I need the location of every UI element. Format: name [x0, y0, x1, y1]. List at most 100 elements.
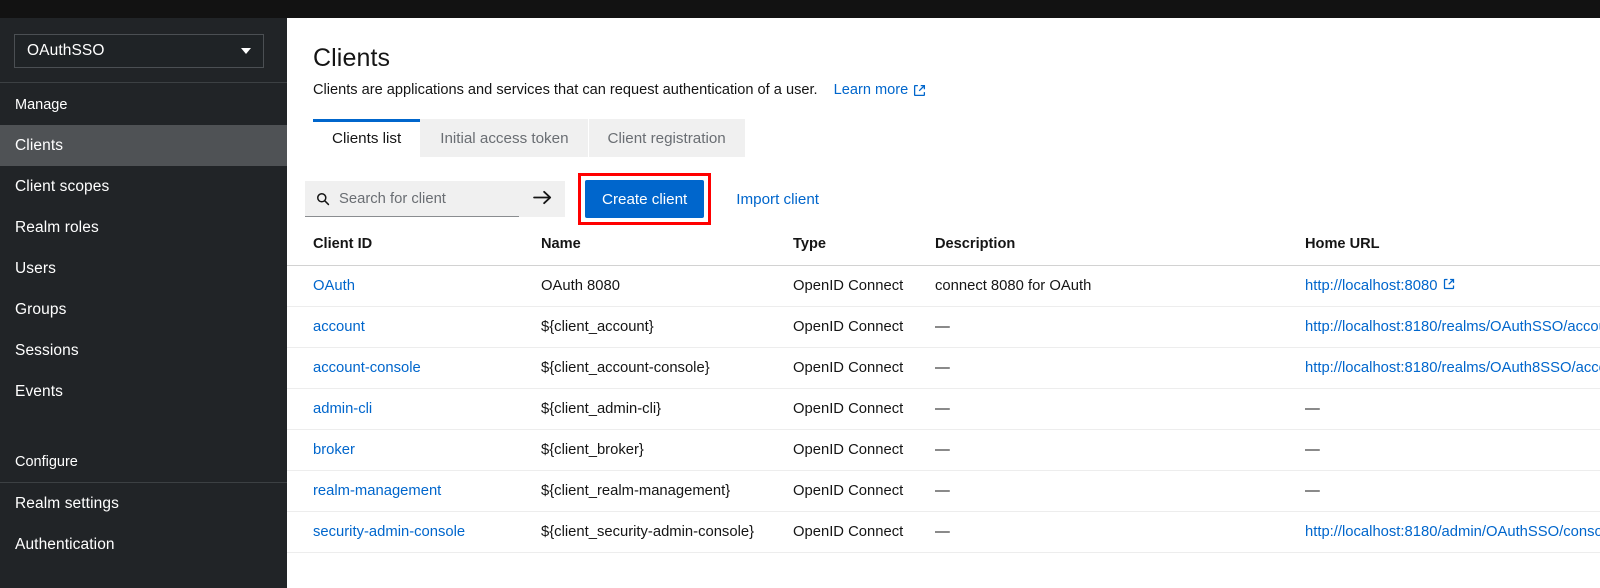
nav-section-manage: Manage Clients Client scopes Realm roles… — [0, 83, 287, 412]
cell-description: — — [935, 388, 1305, 430]
tab-client-registration[interactable]: Client registration — [588, 119, 746, 157]
realm-selector[interactable]: OAuthSSO — [14, 34, 264, 68]
client-id-link[interactable]: broker — [313, 442, 355, 458]
arrow-right-icon — [532, 190, 552, 208]
tab-initial-access-token[interactable]: Initial access token — [421, 119, 589, 157]
cell-client-id: account-console — [287, 347, 541, 389]
home-url-link[interactable]: http://localhost:8080 — [1305, 278, 1437, 294]
cell-description: — — [935, 306, 1305, 348]
external-link-icon — [1443, 278, 1455, 294]
create-client-button[interactable]: Create client — [585, 180, 705, 218]
sidebar-item-label: Events — [15, 382, 63, 400]
home-url-link[interactable]: http://localhost:8180/admin/OAuthSSO/con… — [1305, 524, 1600, 540]
client-id-link[interactable]: admin-cli — [313, 401, 372, 417]
nav-section-label-configure: Configure — [15, 454, 78, 470]
cell-home-url: http://localhost:8080 — [1305, 265, 1600, 307]
table-row: broker ${client_broker} OpenID Connect — — — [287, 429, 1600, 471]
table-row: account ${client_account} OpenID Connect — h… — [287, 306, 1600, 348]
cell-description: — — [935, 470, 1305, 512]
sidebar-item-realm-settings[interactable]: Realm settings — [0, 483, 287, 524]
tab-label: Initial access token — [440, 129, 569, 147]
cell-type: OpenID Connect — [793, 347, 935, 389]
learn-more-link[interactable]: Learn more — [834, 82, 927, 98]
client-id-link[interactable]: realm-management — [313, 483, 441, 499]
cell-client-id: admin-cli — [287, 388, 541, 430]
search-input[interactable] — [339, 190, 511, 207]
table-row: OAuth OAuth 8080 OpenID Connect connect 808… — [287, 265, 1600, 307]
sidebar-item-events[interactable]: Events — [0, 371, 287, 412]
cell-description: — — [935, 429, 1305, 471]
tab-label: Client registration — [607, 129, 726, 147]
clients-table: Client ID Name Type Description Home URL… — [287, 227, 1600, 553]
sidebar-item-sessions[interactable]: Sessions — [0, 330, 287, 371]
sidebar-item-label: Realm settings — [15, 494, 119, 512]
external-link-icon — [913, 84, 926, 97]
sidebar-item-label: Realm roles — [15, 218, 99, 236]
home-url-link[interactable]: http://localhost:8180/realms/OAuthSSO/ac… — [1305, 319, 1600, 335]
client-id-link[interactable]: account-console — [313, 360, 421, 376]
cell-name: OAuth 8080 — [541, 265, 793, 307]
cell-home-url: http://localhost:8180/admin/OAuthSSO/con… — [1305, 511, 1600, 553]
cell-client-id: OAuth — [287, 265, 541, 307]
nav-section-configure: Configure Realm settings Authentication — [0, 440, 287, 565]
toolbar: Create client Import client 1 — [305, 173, 1600, 225]
realm-selector-wrapper: OAuthSSO — [0, 18, 287, 82]
cell-type: OpenID Connect — [793, 388, 935, 430]
column-header-home-url: Home URL — [1305, 227, 1600, 266]
sidebar-item-label: Client scopes — [15, 177, 110, 195]
create-client-highlight: Create client — [578, 173, 712, 225]
cell-name: ${client_security-admin-console} — [541, 511, 793, 553]
search-submit-button[interactable] — [519, 181, 565, 217]
cell-description: connect 8080 for OAuth — [935, 265, 1305, 307]
cell-home-url: — — [1305, 470, 1600, 512]
column-header-description: Description — [935, 227, 1305, 266]
cell-client-id: broker — [287, 429, 541, 471]
cell-type: OpenID Connect — [793, 511, 935, 553]
nav-section-label-manage: Manage — [15, 97, 68, 113]
cell-home-url: — — [1305, 429, 1600, 471]
tab-label: Clients list — [332, 129, 402, 147]
sidebar-item-groups[interactable]: Groups — [0, 289, 287, 330]
sidebar-item-users[interactable]: Users — [0, 248, 287, 289]
column-header-client-id: Client ID — [287, 227, 541, 266]
search-box[interactable] — [305, 181, 519, 217]
sidebar-item-label: Groups — [15, 300, 67, 318]
client-id-link[interactable]: account — [313, 319, 365, 335]
page-description: Clients are applications and services th… — [313, 82, 818, 98]
cell-description: — — [935, 347, 1305, 389]
page-header: Clients Clients are applications and ser… — [287, 18, 1600, 98]
cell-name: ${client_realm-management} — [541, 470, 793, 512]
sidebar-item-authentication[interactable]: Authentication — [0, 524, 287, 565]
client-id-link[interactable]: security-admin-console — [313, 524, 465, 540]
cell-name: ${client_account} — [541, 306, 793, 348]
cell-client-id: realm-management — [287, 470, 541, 512]
search-group — [305, 181, 565, 217]
cell-type: OpenID Connect — [793, 429, 935, 471]
chevron-down-icon — [241, 48, 251, 54]
realm-selector-value: OAuthSSO — [27, 42, 105, 59]
cell-type: OpenID Connect — [793, 265, 935, 307]
sidebar-item-client-scopes[interactable]: Client scopes — [0, 166, 287, 207]
sidebar-item-clients[interactable]: Clients — [0, 125, 287, 166]
table-header-row: Client ID Name Type Description Home URL — [287, 227, 1600, 266]
cell-type: OpenID Connect — [793, 306, 935, 348]
tab-clients-list[interactable]: Clients list — [313, 119, 422, 157]
import-client-link[interactable]: Import client — [736, 191, 819, 208]
masthead-bar — [0, 0, 1600, 18]
search-icon — [316, 192, 330, 206]
sidebar-item-realm-roles[interactable]: Realm roles — [0, 207, 287, 248]
table-row: admin-cli ${client_admin-cli} OpenID Conne… — [287, 388, 1600, 430]
cell-client-id: account — [287, 306, 541, 348]
cell-home-url: http://localhost:8180/realms/OAuth8SSO/a… — [1305, 347, 1600, 389]
home-url-link[interactable]: http://localhost:8180/realms/OAuth8SSO/a… — [1305, 360, 1600, 376]
sidebar-item-label: Users — [15, 259, 56, 277]
column-header-type: Type — [793, 227, 935, 266]
cell-name: ${client_admin-cli} — [541, 388, 793, 430]
column-header-name: Name — [541, 227, 793, 266]
cell-name: ${client_account-console} — [541, 347, 793, 389]
keycloak-admin-console: OAuthSSO Manage Clients Client scopes Re… — [0, 0, 1600, 588]
tabs: Clients list Initial access token Client… — [313, 119, 1600, 157]
cell-type: OpenID Connect — [793, 470, 935, 512]
client-id-link[interactable]: OAuth — [313, 278, 355, 294]
table-row: security-admin-console ${client_security-… — [287, 511, 1600, 553]
